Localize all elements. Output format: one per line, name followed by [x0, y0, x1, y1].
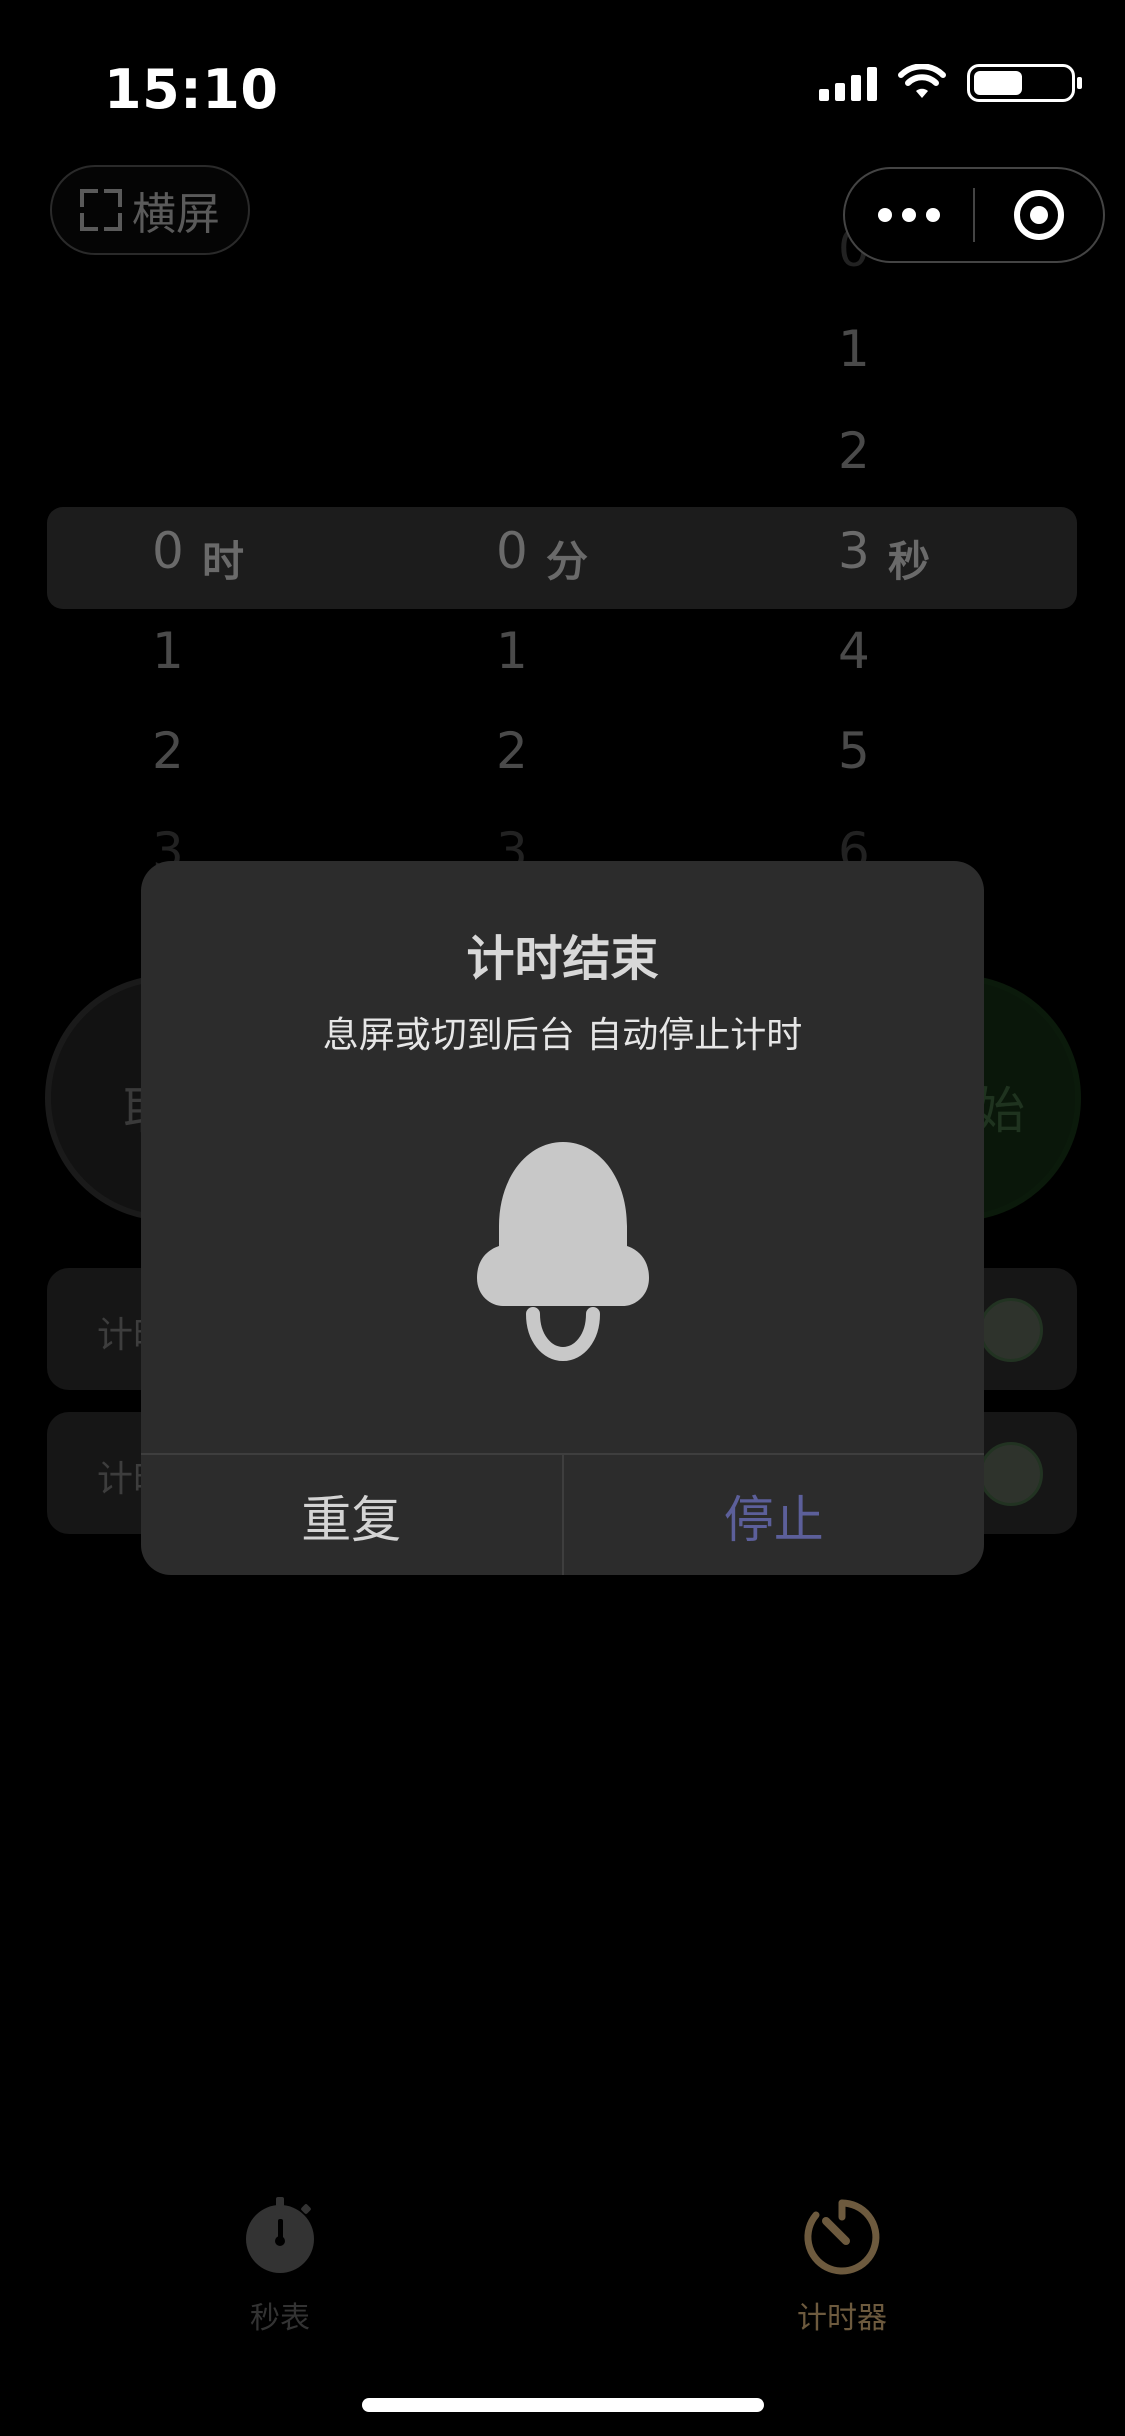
bell-icon — [477, 1142, 649, 1362]
stopwatch-icon — [246, 2197, 314, 2273]
dialog-title: 计时结束 — [466, 931, 659, 987]
battery-icon — [967, 64, 1082, 102]
status-icons — [819, 64, 1082, 102]
hours-selected: 0 — [152, 522, 184, 580]
repeat-button[interactable]: 重复 — [141, 1455, 564, 1575]
target-icon — [1014, 190, 1064, 240]
hours-column[interactable]: 0 时 1 2 3 — [150, 500, 350, 880]
settings-toggle[interactable] — [979, 1442, 1043, 1506]
minutes-option: 2 — [496, 722, 528, 780]
cellular-signal-icon — [819, 65, 877, 101]
timer-finished-dialog: 计时结束 息屏或切到后台 自动停止计时 重复 停止 — [141, 861, 984, 1575]
seconds-option: 4 — [838, 622, 870, 680]
fullscreen-icon — [80, 189, 122, 231]
miniprogram-capsule — [843, 167, 1105, 263]
minutes-column[interactable]: 0 分 1 2 3 — [494, 500, 694, 880]
seconds-option: 1 — [838, 320, 870, 378]
tab-stopwatch-label: 秒表 — [250, 2301, 310, 2336]
status-time: 15:10 — [104, 58, 279, 121]
minutes-unit: 分 — [546, 537, 589, 586]
seconds-column[interactable]: 0 1 2 3 秒 4 5 6 — [836, 200, 1036, 880]
timer-icon — [804, 2199, 880, 2275]
close-miniprogram-button[interactable] — [975, 190, 1103, 240]
seconds-selected: 3 — [838, 522, 870, 580]
minutes-option: 1 — [496, 622, 528, 680]
landscape-label: 横屏 — [132, 189, 220, 240]
landscape-button[interactable]: 横屏 — [50, 165, 250, 255]
hours-option: 1 — [152, 622, 184, 680]
dialog-actions: 重复 停止 — [141, 1453, 984, 1575]
tab-stopwatch[interactable]: 秒表 — [180, 2195, 380, 2337]
home-indicator — [362, 2398, 764, 2412]
hours-option: 2 — [152, 722, 184, 780]
tab-timer[interactable]: 计时器 — [742, 2195, 942, 2337]
settings-toggle[interactable] — [979, 1298, 1043, 1362]
seconds-option: 5 — [838, 722, 870, 780]
seconds-option: 2 — [838, 422, 870, 480]
hours-unit: 时 — [202, 537, 245, 586]
more-icon[interactable] — [845, 208, 973, 222]
tab-timer-label: 计时器 — [797, 2301, 887, 2336]
seconds-unit: 秒 — [888, 537, 931, 586]
dialog-message: 息屏或切到后台 自动停止计时 — [322, 1015, 803, 1056]
wifi-icon — [898, 64, 946, 98]
stop-button[interactable]: 停止 — [564, 1455, 985, 1575]
minutes-selected: 0 — [496, 522, 528, 580]
